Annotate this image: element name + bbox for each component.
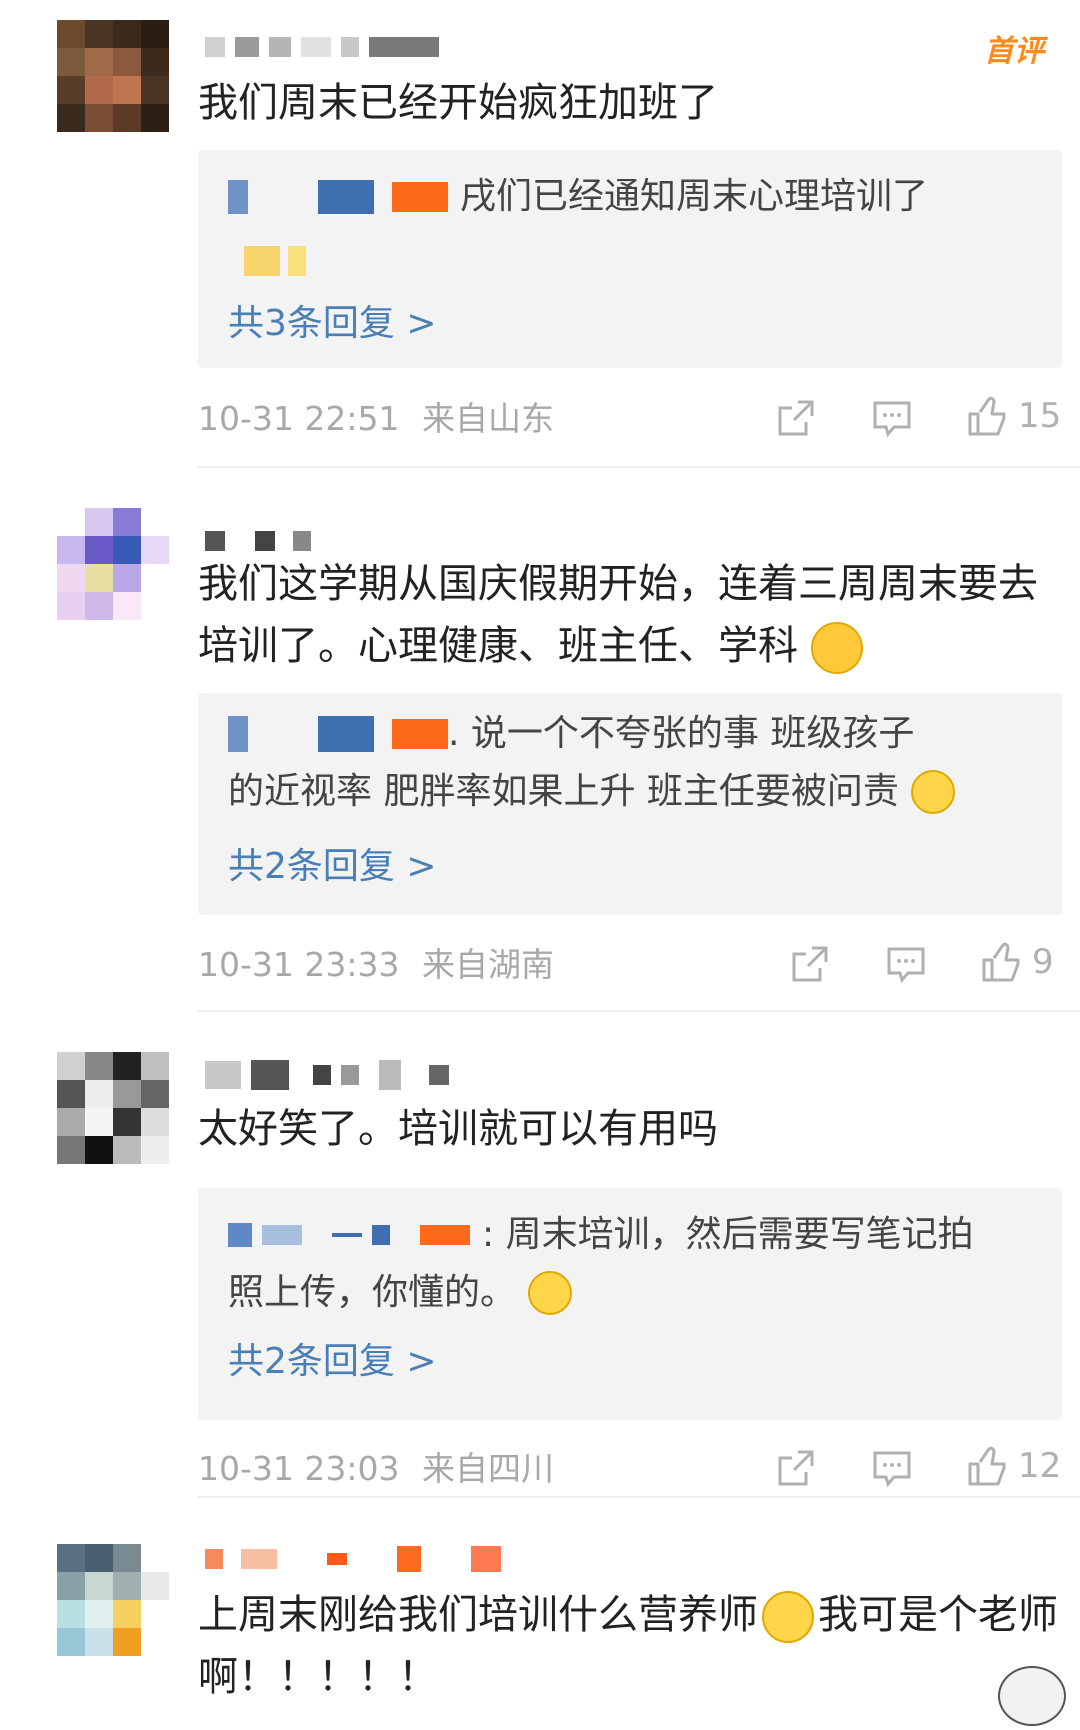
comment-icon [873, 1451, 911, 1488]
reply-username[interactable] [228, 716, 448, 752]
share-button[interactable] [776, 398, 816, 438]
comment-text: 我们这学期从国庆假期开始，连着三周周末要去培训了。心理健康、班主任、学科 [198, 553, 1068, 677]
smile-emoji-icon [762, 1591, 814, 1643]
share-icon [778, 400, 814, 436]
comment-item: 上周末刚给我们培训什么营养师 我可是个老师啊！！！！！ [0, 1510, 1080, 1730]
avatar[interactable] [57, 20, 169, 132]
like-button[interactable]: 9 [980, 940, 1054, 984]
reply-count-link[interactable]: 共2条回复 > [228, 1334, 437, 1390]
share-button[interactable] [776, 1448, 816, 1488]
divider [198, 466, 1080, 468]
timestamp: 10-31 23:33 [198, 945, 400, 984]
timestamp: 10-31 22:51 [198, 399, 400, 438]
comment-text-body: 上周末刚给我们培训什么营养师 [198, 1592, 758, 1638]
avatar[interactable] [57, 1544, 169, 1656]
timestamp: 10-31 23:03 [198, 1449, 400, 1488]
username[interactable] [205, 1060, 449, 1090]
reply-box[interactable]: . 说一个不夸张的事 班级孩子 的近视率 肥胖率如果上升 班主任要被问责 共2条… [198, 693, 1062, 915]
avatar[interactable] [57, 508, 169, 620]
username[interactable] [205, 1546, 501, 1572]
comment-item: 太好笑了。培训就可以有用吗 : 周末培训，然后需要写笔记拍 照上传，你懂的。 共… [0, 1020, 1080, 1500]
username[interactable] [205, 528, 311, 554]
comment-icon [887, 947, 925, 984]
reply-text: 照上传，你懂的。 [228, 1272, 517, 1313]
comment-button[interactable] [872, 398, 912, 438]
share-button[interactable] [790, 944, 830, 984]
like-count: 9 [1032, 942, 1054, 982]
reply-username[interactable] [228, 1223, 470, 1247]
thumbs-up-icon [968, 1446, 1006, 1486]
location: 来自四川 [421, 1449, 554, 1488]
reply-text: : 周末培训，然后需要写笔记拍 [482, 1214, 974, 1255]
comment-button[interactable] [872, 1448, 912, 1488]
comment-meta: 10-31 23:03 来自四川 [198, 1444, 554, 1494]
reply-text: 戌们已经通知周末心理培训了 [460, 176, 929, 217]
avatar[interactable] [57, 1052, 169, 1164]
comment-text-body: 我们这学期从国庆假期开始，连着三周周末要去培训了。心理健康、班主任、学科 [198, 561, 1038, 669]
reply-username[interactable] [228, 180, 448, 214]
share-icon [778, 1450, 814, 1486]
laughing-emoji-icon [528, 1271, 573, 1315]
location: 来自湖南 [421, 945, 554, 984]
reply-text: . 说一个不夸张的事 班级孩子 [448, 713, 915, 754]
reply-text: 的近视率 肥胖率如果上升 班主任要被问责 [228, 771, 899, 812]
like-button[interactable]: 15 [966, 394, 1061, 438]
reply-count-link[interactable]: 共2条回复 > [228, 839, 437, 895]
comment-text: 太好笑了。培训就可以有用吗 [198, 1106, 718, 1152]
comment-icon [873, 401, 911, 438]
thinking-emoji-icon [910, 770, 955, 814]
like-button[interactable]: 12 [966, 1444, 1061, 1488]
comment-item: 我们这学期从国庆假期开始，连着三周周末要去培训了。心理健康、班主任、学科 . 说… [0, 480, 1080, 1012]
like-count: 12 [1018, 1446, 1062, 1486]
comment-text: 我们周末已经开始疯狂加班了 [198, 80, 718, 126]
mascot-watermark-icon [998, 1666, 1066, 1726]
location: 来自山东 [421, 399, 554, 438]
comment-text: 上周末刚给我们培训什么营养师 我可是个老师啊！！！！！ [198, 1584, 1068, 1708]
crying-emoji-icon [810, 622, 863, 674]
comment-meta: 10-31 22:51 来自山东 [198, 394, 554, 444]
comment-meta: 10-31 23:33 来自湖南 [198, 940, 554, 990]
divider [198, 1010, 1080, 1012]
reply-count-link[interactable]: 共3条回复 > [228, 296, 437, 352]
share-icon [792, 946, 828, 982]
thumbs-up-icon [982, 942, 1020, 982]
reply-box[interactable]: : 周末培训，然后需要写笔记拍 照上传，你懂的。 共2条回复 > [198, 1188, 1062, 1420]
first-comment-badge: 首评 [984, 34, 1044, 69]
thumbs-up-icon [968, 396, 1006, 436]
reply-box[interactable]: 戌们已经通知周末心理培训了 共3条回复 > [198, 150, 1062, 368]
username[interactable] [205, 34, 439, 60]
emoji-pixels [244, 246, 306, 276]
divider [198, 1496, 1080, 1498]
comment-item: 首评 我们周末已经开始疯狂加班了 戌们已经通知周末心理培训了 共3条回复 > 1… [0, 0, 1080, 470]
like-count: 15 [1018, 396, 1062, 436]
comment-button[interactable] [886, 944, 926, 984]
